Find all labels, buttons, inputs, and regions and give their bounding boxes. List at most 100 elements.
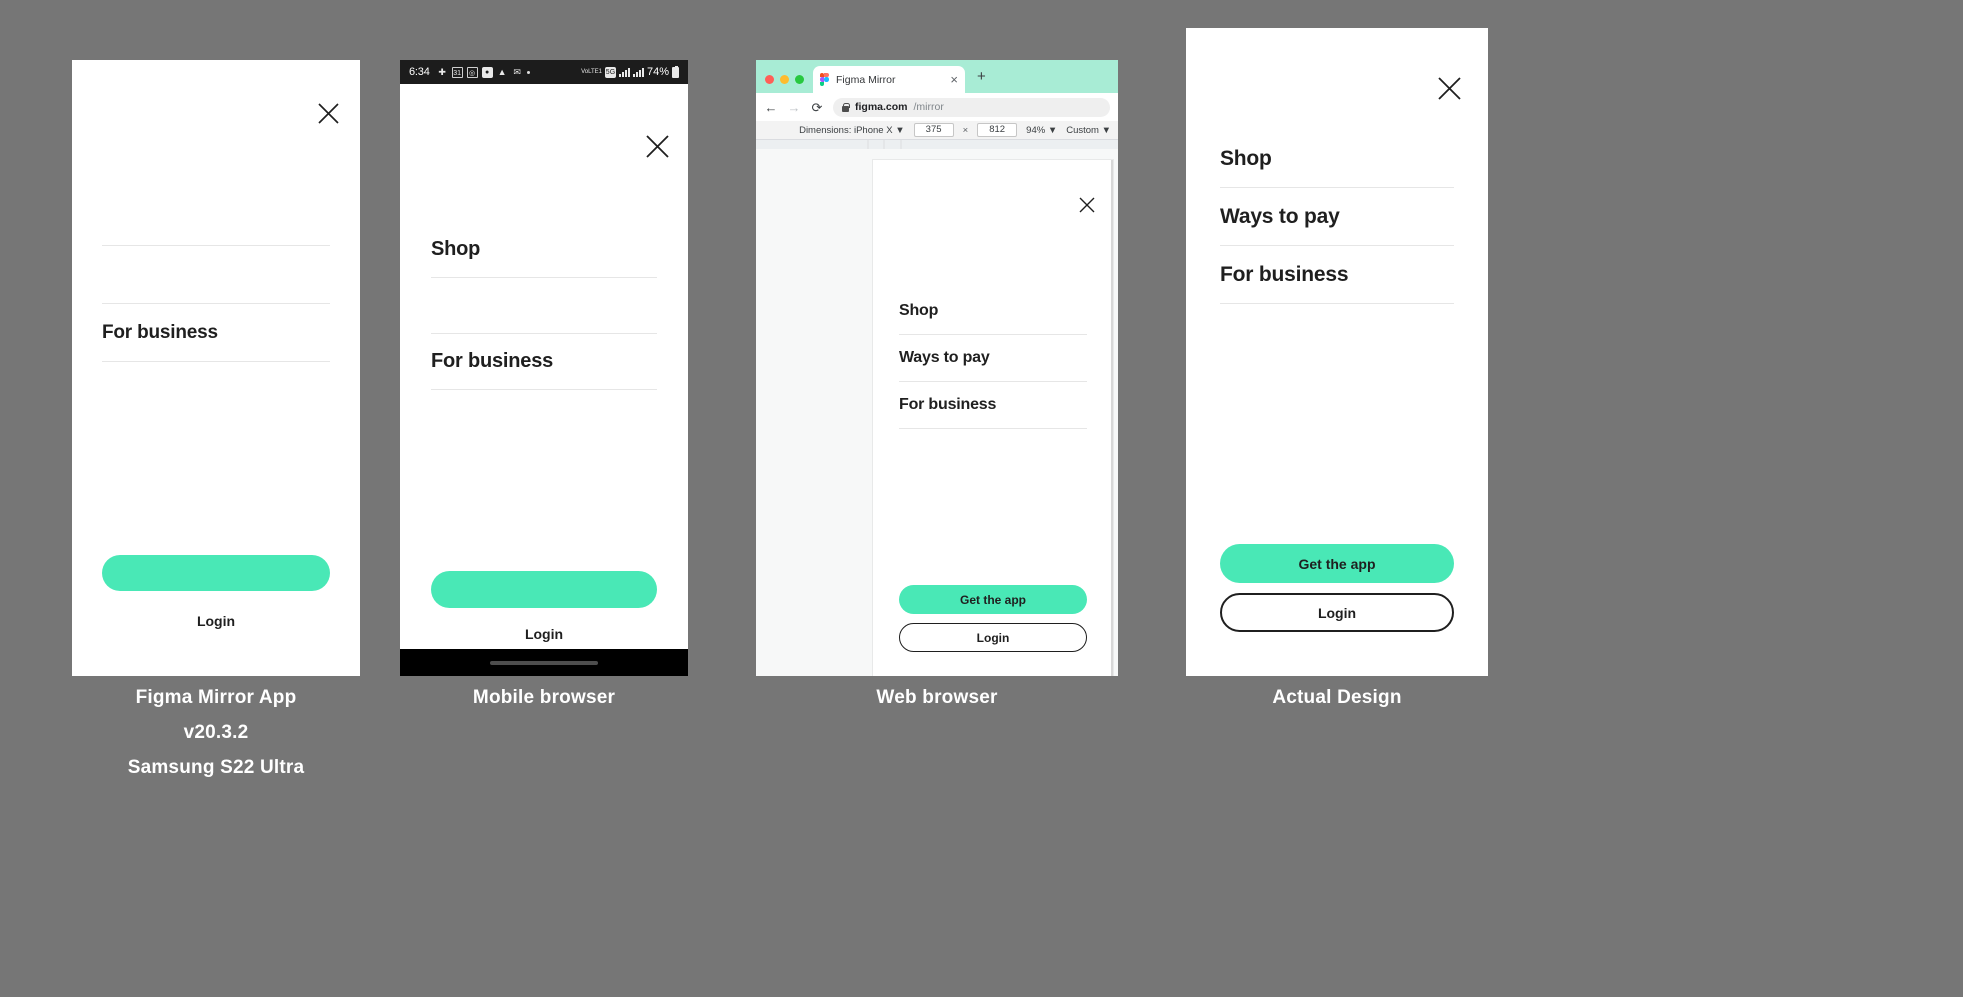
calendar-31-icon: 31 [451, 66, 463, 78]
menu-list: For business [102, 188, 330, 362]
chevron-down-icon: ▼ [1101, 124, 1111, 136]
browser-tab[interactable]: Figma Mirror × [813, 66, 965, 93]
device-dimensions-label: Dimensions: iPhone X [799, 124, 893, 136]
signal-bars-icon-1 [618, 67, 630, 77]
menu-list: Shop Ways to pay For business [1220, 130, 1454, 304]
menu-item-3[interactable]: For business [1220, 246, 1454, 304]
caption-line: Samsung S22 Ultra [127, 757, 305, 778]
browser-tab-strip: Figma Mirror × + [756, 60, 1118, 93]
volte-icon: VoLTE1 [581, 69, 602, 75]
caption-line: v20.3.2 [183, 722, 249, 743]
menu-item-2[interactable] [431, 278, 657, 334]
menu-item-1[interactable]: Shop [431, 222, 657, 278]
menu-sheet: For business Login [72, 60, 360, 676]
reload-button[interactable]: ⟳ [810, 101, 824, 114]
app-icon: ● [481, 66, 493, 78]
menu-item-3[interactable]: For business [102, 304, 330, 362]
zoom-level-label: 94% [1026, 124, 1046, 136]
login-button[interactable]: Login [899, 623, 1087, 652]
devtools-panel-tabs[interactable] [756, 140, 1118, 149]
panel-mobile-browser: 6:34 ✚ 31 ◎ ● ▲ ✉ VoLTE1 5G 74% Shop For… [400, 60, 688, 676]
menu-list: Shop Ways to pay For business [899, 288, 1087, 429]
url-domain: figma.com [855, 101, 908, 113]
browser-toolbar: ← → ⟳ figma.com/mirror [756, 93, 1118, 121]
browser-tab-title: Figma Mirror [836, 73, 896, 86]
slack-icon: ✚ [438, 66, 446, 77]
dot-icon [526, 70, 530, 74]
viewport-scrollbar[interactable] [1111, 160, 1113, 676]
menu-sheet: Shop Ways to pay For business Get the ap… [873, 160, 1113, 676]
minimize-window-button[interactable] [780, 75, 789, 84]
viewport-height-input[interactable]: 812 [977, 123, 1018, 137]
menu-item-2[interactable]: Ways to pay [899, 335, 1087, 382]
close-tab-icon[interactable]: × [950, 73, 958, 86]
menu-item-1[interactable]: Shop [1220, 130, 1454, 188]
five-g-icon: 5G [604, 66, 616, 78]
menu-item-1[interactable]: Shop [899, 288, 1087, 335]
viewport-width-input[interactable]: 375 [913, 123, 954, 137]
menu-item-1[interactable] [102, 188, 330, 246]
caption-line: Web browser [876, 687, 998, 708]
close-x-icon[interactable] [645, 134, 670, 159]
back-button[interactable]: ← [764, 101, 778, 114]
maximize-window-button[interactable] [795, 75, 804, 84]
caption-line: Mobile browser [472, 687, 616, 708]
forward-button[interactable]: → [787, 101, 801, 114]
get-the-app-button[interactable]: Get the app [899, 585, 1087, 614]
close-x-icon[interactable] [317, 102, 340, 125]
battery-percent-label: 74% [646, 66, 669, 78]
get-the-app-button[interactable] [102, 555, 330, 591]
status-bar-clock: 6:34 [409, 66, 430, 78]
url-path: /mirror [913, 101, 944, 113]
gesture-pill-icon[interactable] [490, 660, 598, 665]
panel-caption-web-browser: Web browser [756, 680, 1118, 715]
menu-sheet: Shop For business Login [400, 84, 688, 649]
signal-bars-icon-2 [632, 67, 644, 77]
dimension-separator: × [962, 124, 969, 136]
chevron-down-icon: ▼ [895, 124, 905, 136]
menu-item-2[interactable] [102, 246, 330, 304]
panel-actual-design: Shop Ways to pay For business Get the ap… [1186, 28, 1488, 676]
device-viewport: Shop Ways to pay For business Get the ap… [873, 160, 1113, 676]
throttling-label: Custom [1066, 124, 1099, 136]
lock-icon [842, 102, 850, 112]
panel-web-browser: Figma Mirror × + ← → ⟳ figma.com/mirror … [756, 60, 1118, 676]
login-button[interactable]: Login [102, 606, 330, 636]
get-the-app-button[interactable]: Get the app [1220, 544, 1454, 583]
caption-line: Actual Design [1272, 687, 1402, 708]
device-dimensions-select[interactable]: Dimensions: iPhone X ▼ [799, 125, 905, 136]
close-x-icon[interactable] [1437, 76, 1462, 101]
comparison-board: For business Login Figma Mirror App v20.… [0, 0, 1963, 997]
gmail-icon: ✉ [513, 66, 521, 77]
panel-caption-mobile-browser: Mobile browser [400, 680, 688, 715]
address-bar[interactable]: figma.com/mirror [833, 97, 1110, 117]
instagram-icon: ◎ [466, 66, 478, 78]
battery-icon [672, 65, 679, 78]
menu-item-2[interactable]: Ways to pay [1220, 188, 1454, 246]
window-traffic-lights [756, 75, 813, 93]
drive-icon: ▲ [497, 66, 507, 77]
panel-figma-mirror-app: For business Login [72, 60, 360, 676]
android-status-bar: 6:34 ✚ 31 ◎ ● ▲ ✉ VoLTE1 5G 74% [400, 60, 688, 84]
figma-logo-icon [820, 73, 829, 87]
menu-list: Shop For business [431, 222, 657, 390]
panel-caption-figma-mirror-app: Figma Mirror App v20.3.2 Samsung S22 Ult… [72, 680, 360, 785]
status-bar-left: 6:34 ✚ 31 ◎ ● ▲ ✉ [409, 66, 530, 78]
get-the-app-button[interactable] [431, 571, 657, 608]
panel-caption-actual-design: Actual Design [1186, 680, 1488, 715]
close-window-button[interactable] [765, 75, 774, 84]
throttling-select[interactable]: Custom ▼ [1066, 125, 1111, 136]
status-bar-right: VoLTE1 5G 74% [581, 65, 679, 78]
menu-sheet: Shop Ways to pay For business Get the ap… [1186, 28, 1488, 676]
login-button[interactable]: Login [431, 619, 657, 649]
devtools-device-toolbar: Dimensions: iPhone X ▼ 375 × 812 94% ▼ C… [756, 121, 1118, 140]
caption-line: Figma Mirror App [135, 687, 297, 708]
login-button[interactable]: Login [1220, 593, 1454, 632]
menu-item-3[interactable]: For business [431, 334, 657, 390]
chevron-down-icon: ▼ [1047, 124, 1058, 136]
close-x-icon[interactable] [1078, 196, 1096, 214]
zoom-select[interactable]: 94% ▼ [1026, 125, 1057, 136]
new-tab-button[interactable]: + [965, 68, 986, 93]
android-navigation-bar [400, 649, 688, 676]
menu-item-3[interactable]: For business [899, 382, 1087, 429]
